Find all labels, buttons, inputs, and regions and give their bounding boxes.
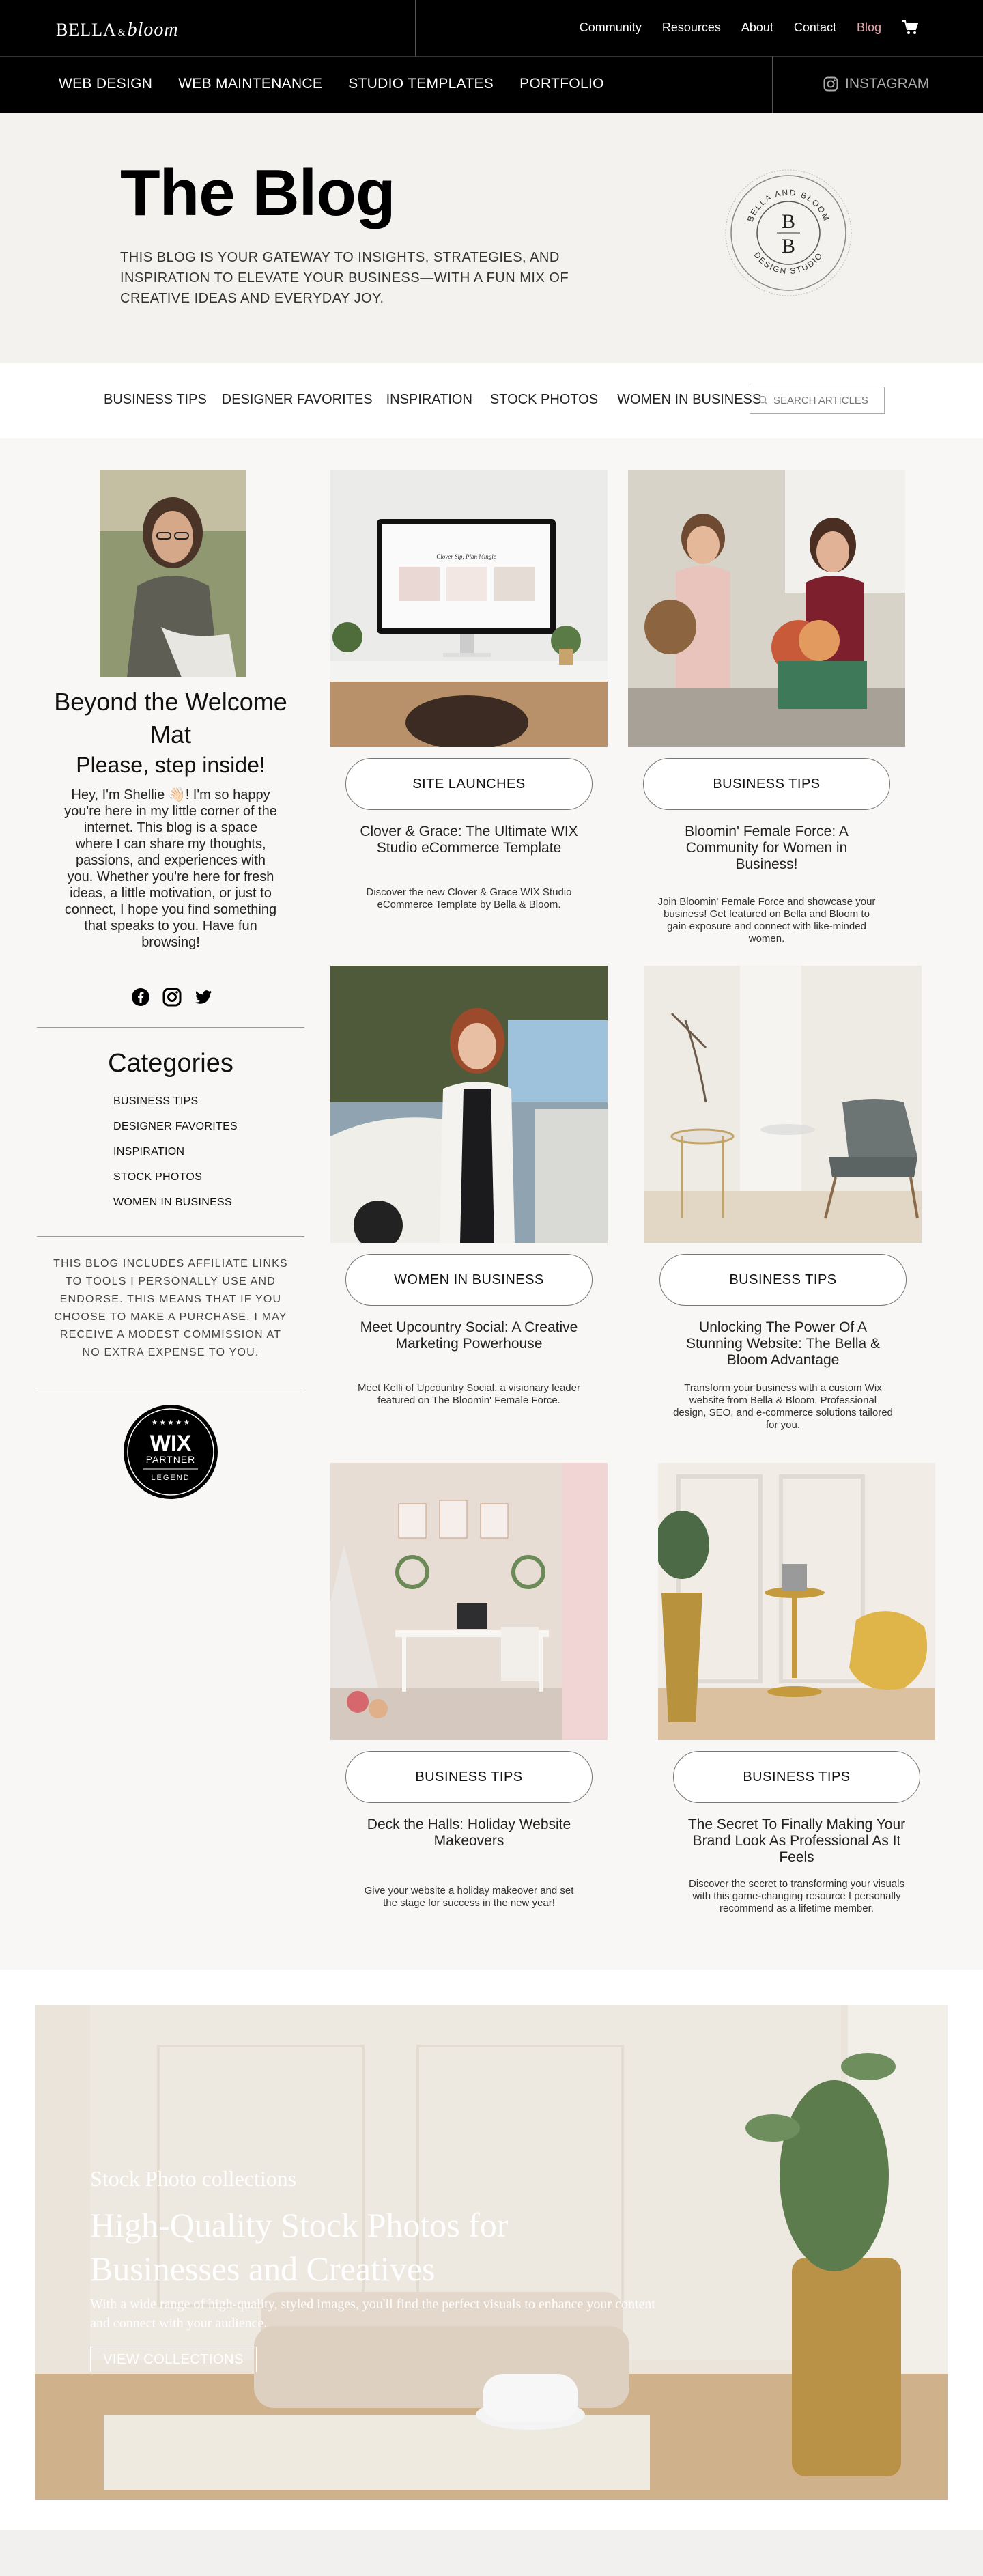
post-card[interactable]: BUSINESS TIPS The Secret To Finally Maki… [658, 1463, 935, 1914]
view-collections-button[interactable]: VIEW COLLECTIONS [90, 2347, 257, 2372]
divider [415, 0, 416, 56]
filter-stock-photos[interactable]: STOCK PHOTOS [490, 392, 598, 408]
instagram-icon[interactable] [162, 988, 182, 1007]
filter-inspiration[interactable]: INSPIRATION [386, 392, 472, 408]
categories-list: BUSINESS TIPS DESIGNER FAVORITES INSPIRA… [113, 1095, 238, 1222]
category-women-in-business[interactable]: WOMEN IN BUSINESS [113, 1196, 238, 1209]
post-desc: Transform your business with a custom Wi… [673, 1382, 893, 1431]
sidebar-intro: Hey, I'm Shellie 👋🏻! I'm so happy you're… [64, 787, 277, 950]
post-title[interactable]: Bloomin' Female Force: A Community for W… [655, 824, 878, 873]
divider [772, 57, 773, 114]
post-card[interactable]: WOMEN IN BUSINESS Meet Upcountry Social:… [330, 966, 608, 1406]
hero-text: THIS BLOG IS YOUR GATEWAY TO INSIGHTS, S… [120, 250, 569, 306]
divider [37, 1027, 304, 1028]
affiliate-disclaimer: THIS BLOG INCLUDES AFFILIATE LINKS TO TO… [53, 1258, 288, 1358]
screen-title: Clover Sip, Plan Mingle [436, 553, 496, 560]
stock-photo-section: Stock Photo collections High-Quality Sto… [0, 1970, 983, 2530]
category-pill[interactable]: BUSINESS TIPS [659, 1254, 907, 1306]
category-pill[interactable]: BUSINESS TIPS [673, 1751, 920, 1803]
twitter-icon[interactable] [194, 988, 213, 1007]
post-title[interactable]: Deck the Halls: Holiday Website Makeover… [358, 1817, 580, 1849]
badge-mono-2: B [782, 235, 795, 257]
search-icon [758, 395, 768, 405]
instagram-label: INSTAGRAM [845, 76, 930, 92]
facebook-icon[interactable] [131, 988, 150, 1007]
page-title: The Blog [120, 156, 396, 229]
sidebar-title: Beyond the Welcome Mat [54, 688, 287, 748]
sub-nav: WEB DESIGN WEB MAINTENANCE STUDIO TEMPLA… [0, 56, 983, 114]
logo-left: BELLA [56, 20, 117, 40]
category-pill[interactable]: BUSINESS TIPS [345, 1751, 593, 1803]
instagram-link[interactable]: INSTAGRAM [823, 76, 929, 92]
wix-partner-badge: ★ ★ ★ ★ ★ WIX PARTNER LEGEND [124, 1405, 218, 1499]
post-title[interactable]: Unlocking The Power Of A Stunning Websit… [672, 1319, 894, 1369]
post-card[interactable]: Clover Sip, Plan Mingle SITE LAUNCHES Cl… [330, 470, 608, 910]
sidebar-subtitle: Please, step inside! [76, 753, 266, 777]
wix-legend: LEGEND [151, 1474, 190, 1482]
post-card[interactable]: BUSINESS TIPS Unlocking The Power Of A S… [644, 966, 922, 1431]
filter-designer-favorites[interactable]: DESIGNER FAVORITES [222, 392, 373, 408]
subnav-web-maintenance[interactable]: WEB MAINTENANCE [178, 76, 322, 92]
post-desc: Join Bloomin' Female Force and showcase … [657, 896, 876, 944]
post-image-gold-table[interactable] [658, 1463, 935, 1740]
top-bar: BELLA &bloom Community Resources About Co… [0, 0, 983, 56]
top-nav: Community Resources About Contact Blog [580, 20, 919, 35]
banner-desc: With a wide range of high-quality, style… [90, 2297, 655, 2331]
nav-contact[interactable]: Contact [794, 20, 836, 35]
filter-business-tips[interactable]: BUSINESS TIPS [104, 392, 207, 408]
post-image-computer[interactable]: Clover Sip, Plan Mingle [330, 470, 608, 747]
post-title[interactable]: Clover & Grace: The Ultimate WIX Studio … [358, 824, 580, 856]
subnav-portfolio[interactable]: PORTFOLIO [519, 76, 604, 92]
nav-community[interactable]: Community [580, 20, 642, 35]
post-desc: Give your website a holiday makeover and… [364, 1885, 574, 1909]
category-designer-favorites[interactable]: DESIGNER FAVORITES [113, 1121, 238, 1133]
post-desc: Meet Kelli of Upcountry Social, a vision… [358, 1382, 580, 1406]
post-card[interactable]: BUSINESS TIPS Deck the Halls: Holiday We… [330, 1463, 608, 1909]
author-photo [100, 470, 246, 677]
post-image-women-flowers[interactable] [628, 470, 905, 747]
search-box[interactable] [750, 387, 885, 414]
studio-badge: BELLA AND BLOOM DESIGN STUDIO B B [725, 169, 852, 296]
filter-women-in-business[interactable]: WOMEN IN BUSINESS [617, 392, 761, 408]
post-title[interactable]: The Secret To Finally Making Your Brand … [685, 1817, 908, 1866]
post-image-holiday-desk[interactable] [330, 1463, 608, 1740]
banner-title: High-Quality Stock Photos for Businesses… [90, 2206, 509, 2288]
category-business-tips[interactable]: BUSINESS TIPS [113, 1095, 238, 1108]
category-pill[interactable]: SITE LAUNCHES [345, 758, 593, 810]
post-desc: Discover the secret to transforming your… [689, 1878, 904, 1914]
nav-about[interactable]: About [741, 20, 773, 35]
category-pill[interactable]: WOMEN IN BUSINESS [345, 1254, 593, 1306]
search-input[interactable] [773, 394, 876, 406]
post-title[interactable]: Meet Upcountry Social: A Creative Market… [358, 1319, 580, 1352]
banner-eyebrow: Stock Photo collections [90, 2166, 297, 2191]
category-stock-photos[interactable]: STOCK PHOTOS [113, 1171, 238, 1184]
wix-big: WIX [150, 1431, 192, 1455]
nav-resources[interactable]: Resources [662, 20, 721, 35]
subnav-studio-templates[interactable]: STUDIO TEMPLATES [348, 76, 494, 92]
category-pill[interactable]: BUSINESS TIPS [643, 758, 890, 810]
filter-bar: BUSINESS TIPS DESIGNER FAVORITES INSPIRA… [0, 363, 983, 438]
cart-icon[interactable] [902, 20, 919, 35]
post-desc: Discover the new Clover & Grace WIX Stud… [366, 886, 572, 910]
categories-title: Categories [108, 1049, 233, 1078]
badge-mono-1: B [782, 210, 795, 233]
logo-right: bloom [127, 19, 179, 40]
logo[interactable]: BELLA &bloom [56, 19, 179, 41]
divider [37, 1236, 304, 1237]
nav-blog[interactable]: Blog [857, 20, 881, 35]
hero: The Blog THIS BLOG IS YOUR GATEWAY TO IN… [0, 113, 983, 363]
wix-partner: PARTNER [146, 1454, 196, 1465]
svg-text:★ ★ ★ ★ ★: ★ ★ ★ ★ ★ [152, 1419, 190, 1427]
category-inspiration[interactable]: INSPIRATION [113, 1146, 238, 1158]
footer-strip [0, 2530, 983, 2576]
subnav-web-design[interactable]: WEB DESIGN [59, 76, 152, 92]
post-image-woman-car[interactable] [330, 966, 608, 1243]
post-card[interactable]: BUSINESS TIPS Bloomin' Female Force: A C… [628, 470, 905, 944]
social-links [131, 988, 213, 1007]
instagram-icon [823, 76, 838, 92]
stock-photo-banner: Stock Photo collections High-Quality Sto… [35, 2005, 948, 2500]
post-image-chair[interactable] [644, 966, 922, 1243]
